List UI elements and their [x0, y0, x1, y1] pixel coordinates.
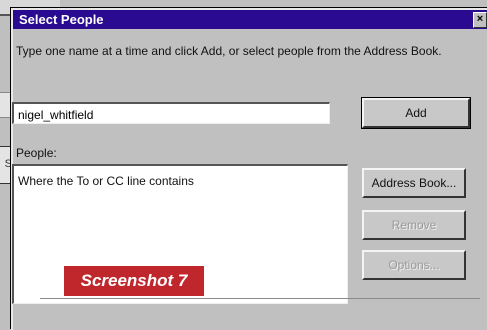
close-icon[interactable]: × — [473, 12, 487, 28]
name-input[interactable]: nigel_whitfield — [12, 102, 330, 124]
address-book-button[interactable]: Address Book... — [362, 168, 466, 198]
add-button[interactable]: Add — [362, 98, 470, 128]
dialog-titlebar[interactable]: Select People × — [13, 10, 487, 29]
dialog-title: Select People — [19, 12, 104, 27]
remove-button: Remove — [362, 210, 466, 240]
divider — [40, 298, 480, 299]
list-item[interactable]: Where the To or CC line contains — [18, 174, 343, 188]
screenshot-caption: Screenshot 7 — [64, 266, 204, 296]
options-button: Options... — [362, 250, 466, 280]
instructions-text: Type one name at a time and click Add, o… — [16, 44, 442, 58]
people-label: People: — [16, 146, 57, 160]
